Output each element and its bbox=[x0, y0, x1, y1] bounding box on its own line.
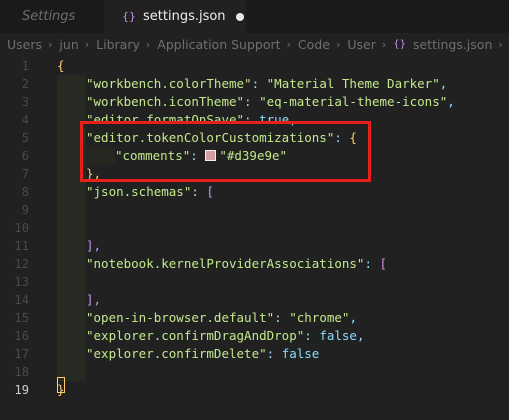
chevron-right-icon: › bbox=[286, 37, 291, 51]
line-number: 14 bbox=[14, 293, 29, 307]
line-number: 15 bbox=[14, 311, 29, 325]
line-number: 7 bbox=[21, 167, 29, 181]
braces-icon: {} bbox=[393, 38, 406, 50]
breadcrumb-item[interactable]: Users bbox=[7, 37, 42, 52]
colon: : bbox=[364, 256, 380, 271]
setting-key: "explorer.confirmDragAndDrop" bbox=[86, 328, 305, 343]
breadcrumb-item[interactable]: User bbox=[347, 37, 376, 52]
colon: : bbox=[274, 310, 290, 325]
line-number: 5 bbox=[21, 131, 29, 145]
code-line-1: { bbox=[57, 57, 65, 75]
chevron-right-icon: › bbox=[381, 37, 387, 51]
setting-key: "workbench.colorTheme" bbox=[86, 76, 252, 91]
line-number: 8 bbox=[21, 185, 29, 199]
line-number: 16 bbox=[14, 329, 29, 343]
setting-value: false bbox=[319, 328, 357, 343]
setting-value: [ bbox=[206, 184, 214, 199]
line-number-gutter: 1 2 3 4 5 6 7 8 9 10 11 12 13 14 15 16 1… bbox=[0, 55, 45, 420]
chevron-right-icon: › bbox=[335, 37, 341, 51]
code-line-2: "workbench.colorTheme": "Material Theme … bbox=[86, 75, 447, 93]
line-number: 17 bbox=[14, 347, 29, 361]
chevron-right-icon: › bbox=[498, 37, 503, 51]
code-line-15: "open-in-browser.default": "chrome", bbox=[86, 309, 357, 327]
line-number: 12 bbox=[14, 257, 29, 271]
line-number: 6 bbox=[21, 149, 29, 163]
setting-key: "open-in-browser.default" bbox=[86, 310, 275, 325]
code-editor[interactable]: { "workbench.colorTheme": "Material Them… bbox=[57, 55, 509, 420]
setting-key: "workbench.iconTheme" bbox=[86, 94, 245, 109]
breadcrumb-item[interactable]: Code bbox=[298, 37, 330, 52]
line-number: 4 bbox=[21, 113, 29, 127]
setting-key: "json.schemas" bbox=[86, 184, 192, 199]
colon: : bbox=[251, 76, 267, 91]
unsaved-dot-icon[interactable] bbox=[235, 12, 244, 21]
breadcrumb-item[interactable]: settings.json bbox=[413, 37, 492, 52]
colon: : bbox=[266, 346, 282, 361]
tab-settings[interactable]: Settings bbox=[0, 0, 104, 33]
line-number: 2 bbox=[21, 77, 29, 91]
code-line-12: "notebook.kernelProviderAssociations": [ bbox=[86, 255, 387, 273]
open-brace: { bbox=[57, 58, 65, 73]
breadcrumb-item[interactable]: Library bbox=[96, 37, 140, 52]
colon: : bbox=[191, 184, 207, 199]
breadcrumb-item[interactable]: Application Support bbox=[157, 37, 280, 52]
line-number: 18 bbox=[14, 365, 29, 379]
code-line-8: "json.schemas": [ bbox=[86, 183, 214, 201]
line-number: 1 bbox=[21, 59, 29, 73]
setting-value: [ bbox=[379, 256, 388, 271]
code-line-11: ], bbox=[86, 237, 101, 255]
line-number: 13 bbox=[14, 275, 29, 289]
setting-key: "notebook.kernelProviderAssociations" bbox=[86, 256, 365, 271]
colon: : bbox=[304, 328, 320, 343]
code-line-14: ], bbox=[86, 291, 101, 309]
braces-icon: {} bbox=[122, 10, 136, 23]
breadcrumb-item[interactable]: jun bbox=[59, 37, 78, 52]
comma: , bbox=[349, 310, 357, 325]
line-number: 10 bbox=[14, 221, 29, 235]
code-line-3: "workbench.iconTheme": "eq-material-them… bbox=[86, 93, 455, 111]
close-bracket: ], bbox=[86, 238, 102, 253]
comma: , bbox=[447, 94, 455, 109]
highlight-annotation-box bbox=[80, 121, 371, 182]
chevron-right-icon: › bbox=[145, 37, 151, 51]
line-number: 11 bbox=[14, 239, 29, 253]
bracket-match-cursor bbox=[57, 377, 65, 393]
tab-bar: Settings {} settings.json bbox=[0, 0, 509, 33]
chevron-right-icon: › bbox=[48, 37, 53, 51]
tab-settings-label: Settings bbox=[22, 9, 76, 24]
setting-value: "eq-material-theme-icons" bbox=[259, 94, 448, 109]
tab-settings-json-label: settings.json bbox=[143, 9, 226, 24]
comma: , bbox=[439, 76, 448, 91]
code-line-17: "explorer.confirmDelete": false bbox=[86, 345, 319, 363]
code-line-16: "explorer.confirmDragAndDrop": false, bbox=[86, 327, 364, 345]
chevron-right-icon: › bbox=[84, 37, 90, 51]
setting-value: false bbox=[281, 346, 320, 361]
line-number: 3 bbox=[21, 95, 29, 109]
colon: : bbox=[244, 94, 260, 109]
setting-value: "Material Theme Darker" bbox=[266, 76, 440, 91]
line-number-current: 19 bbox=[14, 383, 29, 397]
comma: , bbox=[356, 328, 365, 343]
breadcrumb: Users › jun › Library › Application Supp… bbox=[0, 33, 509, 55]
line-number: 9 bbox=[21, 203, 29, 217]
setting-value: "chrome" bbox=[289, 310, 350, 325]
close-bracket: ], bbox=[86, 292, 102, 307]
setting-key: "explorer.confirmDelete" bbox=[86, 346, 267, 361]
tab-settings-json[interactable]: {} settings.json bbox=[104, 0, 246, 33]
